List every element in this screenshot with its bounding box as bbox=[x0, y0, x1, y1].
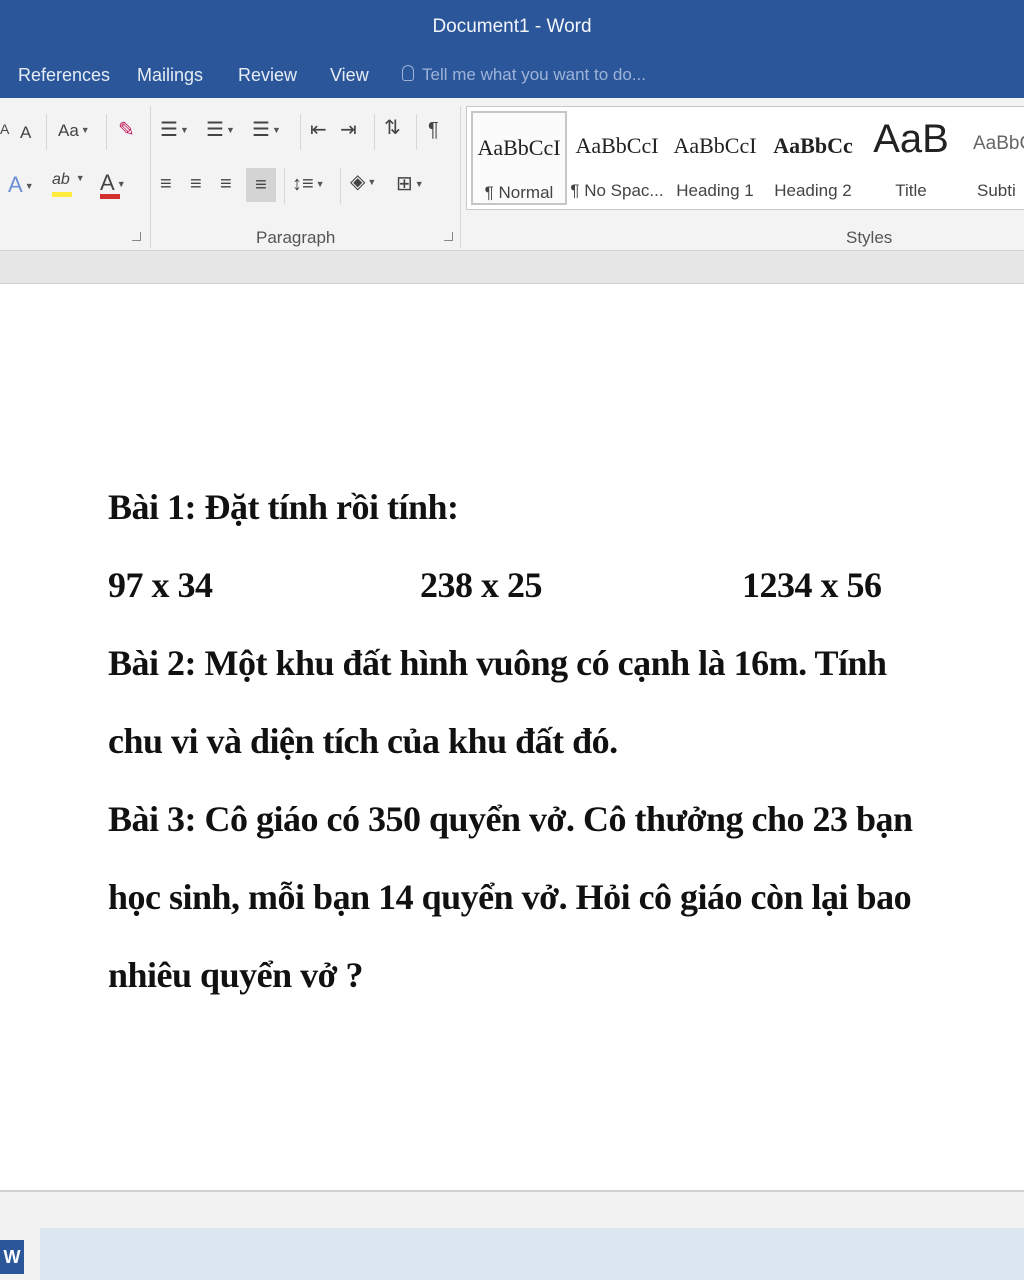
highlight-label: ab bbox=[52, 171, 70, 188]
title-bar: Document1 - Word bbox=[0, 0, 1024, 56]
shrink-font-button[interactable]: A bbox=[20, 124, 31, 141]
tell-me-search[interactable]: Tell me what you want to do... bbox=[402, 65, 646, 85]
paragraph-dialog-launcher-icon[interactable] bbox=[444, 232, 453, 241]
style-preview: AaBbC bbox=[973, 133, 1024, 154]
exercise-1-calculations: 97 x 34 238 x 25 1234 x 56 bbox=[108, 546, 958, 624]
exercise-3-line-1: Bài 3: Cô giáo có 350 quyển vở. Cô thưởn… bbox=[108, 799, 913, 839]
grow-font-button[interactable]: A bbox=[0, 122, 9, 136]
group-separator bbox=[150, 106, 151, 248]
chevron-down-icon: ▼ bbox=[116, 179, 126, 189]
chevron-down-icon: ▼ bbox=[315, 179, 325, 189]
separator bbox=[300, 114, 301, 150]
style-preview: AaBbCcI bbox=[673, 133, 757, 158]
style-preview: AaBbCcI bbox=[477, 135, 561, 160]
calc-3: 1234 x 56 bbox=[742, 565, 882, 605]
chevron-down-icon: ▼ bbox=[367, 177, 377, 187]
style-name: Heading 2 bbox=[774, 181, 852, 200]
shrink-font-label: A bbox=[20, 123, 32, 142]
group-separator bbox=[460, 106, 461, 248]
change-case-button[interactable]: Aa ▼ bbox=[58, 122, 90, 139]
highlight-swatch bbox=[52, 192, 72, 197]
style-name: Heading 1 bbox=[676, 181, 754, 200]
style-heading-2[interactable]: AaBbCc Heading 2 bbox=[765, 111, 861, 205]
style-name: Title bbox=[895, 181, 927, 200]
calc-2: 238 x 25 bbox=[420, 565, 543, 605]
text-effects-button[interactable]: A ▼ bbox=[8, 174, 34, 196]
font-color-label: A bbox=[100, 170, 115, 195]
highlight-color-button[interactable]: ab ▼ bbox=[52, 171, 85, 197]
increase-indent-icon[interactable]: ⇥ bbox=[340, 120, 357, 140]
sort-icon[interactable]: ⇅ bbox=[384, 118, 401, 138]
align-left-icon[interactable]: ≡ bbox=[160, 174, 172, 194]
chevron-down-icon: ▼ bbox=[80, 125, 90, 135]
style-heading-1[interactable]: AaBbCcI Heading 1 bbox=[667, 111, 763, 205]
separator bbox=[340, 168, 341, 204]
style-preview: AaBbCc bbox=[773, 133, 853, 158]
pilcrow-icon: ¶ bbox=[428, 119, 439, 141]
tab-mailings[interactable]: Mailings bbox=[137, 65, 203, 86]
lightbulb-icon bbox=[402, 65, 414, 81]
tab-view[interactable]: View bbox=[330, 65, 369, 86]
decrease-indent-icon[interactable]: ⇤ bbox=[310, 120, 327, 140]
style-title[interactable]: AaB Title bbox=[863, 111, 959, 205]
numbering-icon[interactable]: ☰ ▼ bbox=[206, 120, 235, 140]
style-name: ¶ Normal bbox=[484, 183, 554, 202]
bullets-icon[interactable]: ☰ ▼ bbox=[160, 120, 189, 140]
calc-1: 97 x 34 bbox=[108, 565, 213, 605]
align-right-icon[interactable]: ≡ bbox=[220, 174, 232, 194]
taskbar-strip bbox=[40, 1228, 1024, 1280]
grow-font-label: A bbox=[0, 121, 10, 137]
chevron-down-icon: ▼ bbox=[271, 125, 281, 135]
separator bbox=[284, 168, 285, 204]
window-title: Document1 - Word bbox=[432, 16, 592, 37]
show-hide-button[interactable]: ¶ bbox=[428, 120, 439, 140]
change-case-label: Aa bbox=[58, 121, 79, 140]
font-color-button[interactable]: A ▼ bbox=[100, 170, 126, 199]
chevron-down-icon: ▼ bbox=[179, 125, 189, 135]
taskbar bbox=[0, 1192, 1024, 1280]
text-effects-label: A bbox=[8, 172, 23, 197]
style-subtitle[interactable]: AaBbC Subti bbox=[961, 111, 1024, 205]
separator bbox=[46, 114, 47, 150]
tab-review[interactable]: Review bbox=[238, 65, 297, 86]
word-icon-label: W bbox=[3, 1247, 21, 1267]
separator bbox=[374, 114, 375, 150]
document-body[interactable]: Bài 1: Đặt tính rồi tính: 97 x 34 238 x … bbox=[108, 468, 958, 1014]
align-center-icon[interactable]: ≡ bbox=[190, 174, 202, 194]
ribbon-tabs: References Mailings Review View Tell me … bbox=[0, 56, 1024, 98]
style-name: Subti bbox=[977, 181, 1016, 200]
clear-formatting-icon[interactable]: ✎ bbox=[118, 120, 135, 140]
ruler-band bbox=[0, 251, 1024, 284]
word-app-icon[interactable]: W bbox=[0, 1240, 24, 1274]
styles-gallery: AaBbCcI ¶ Normal AaBbCcI ¶ No Spac... Aa… bbox=[466, 106, 1024, 210]
chevron-down-icon: ▼ bbox=[225, 125, 235, 135]
styles-group-label: Styles bbox=[846, 228, 893, 247]
font-dialog-launcher-icon[interactable] bbox=[132, 232, 141, 241]
separator bbox=[106, 114, 107, 150]
borders-icon[interactable]: ⊞ ▼ bbox=[396, 174, 424, 194]
tab-references[interactable]: References bbox=[18, 65, 110, 86]
chevron-down-icon: ▼ bbox=[24, 181, 34, 191]
tell-me-placeholder: Tell me what you want to do... bbox=[422, 65, 646, 84]
paragraph-group-label: Paragraph bbox=[256, 228, 336, 247]
style-no-spacing[interactable]: AaBbCcI ¶ No Spac... bbox=[569, 111, 665, 205]
justify-icon[interactable]: ≡ bbox=[246, 168, 276, 202]
font-color-swatch bbox=[100, 194, 120, 199]
chevron-down-icon: ▼ bbox=[75, 173, 85, 183]
separator bbox=[416, 114, 417, 150]
exercise-2-line-2: chu vi và diện tích của khu đất đó. bbox=[108, 721, 618, 761]
line-spacing-icon[interactable]: ↕≡ ▼ bbox=[292, 174, 325, 194]
exercise-3-line-3: nhiêu quyển vở ? bbox=[108, 955, 364, 995]
style-preview: AaBbCcI bbox=[575, 133, 659, 158]
style-normal[interactable]: AaBbCcI ¶ Normal bbox=[471, 111, 567, 205]
exercise-1-title: Bài 1: Đặt tính rồi tính: bbox=[108, 487, 459, 527]
exercise-2-line-1: Bài 2: Một khu đất hình vuông có cạnh là… bbox=[108, 643, 887, 683]
style-preview: AaB bbox=[873, 117, 949, 161]
chevron-down-icon: ▼ bbox=[414, 179, 424, 189]
style-name: ¶ No Spac... bbox=[570, 181, 664, 200]
shading-icon[interactable]: ◈ ▼ bbox=[350, 172, 376, 192]
exercise-3-line-2: học sinh, mỗi bạn 14 quyển vở. Hỏi cô gi… bbox=[108, 877, 912, 917]
multilevel-list-icon[interactable]: ☰ ▼ bbox=[252, 120, 281, 140]
